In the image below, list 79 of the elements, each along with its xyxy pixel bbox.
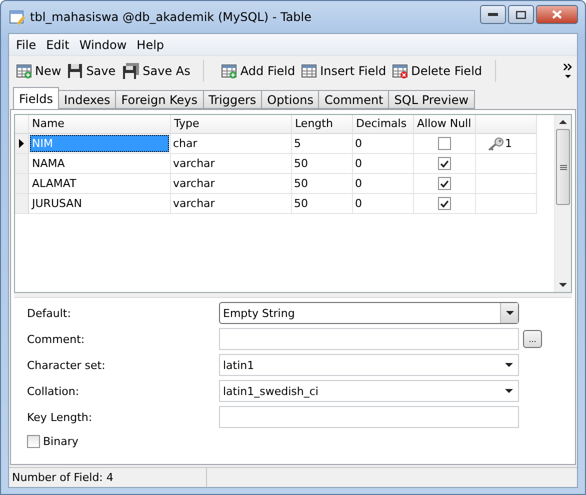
tab[interactable]: Options xyxy=(261,90,320,109)
tab[interactable]: Comment xyxy=(318,90,390,109)
checkbox[interactable] xyxy=(438,177,451,190)
new-table-icon xyxy=(16,62,32,78)
table-cell: varchar xyxy=(171,174,292,194)
dropdown-field[interactable]: latin1 xyxy=(219,354,519,376)
column-header[interactable]: Length xyxy=(292,115,353,134)
close-icon xyxy=(552,10,562,19)
toolbar-button[interactable]: Insert Field xyxy=(298,60,390,80)
table-cell: varchar xyxy=(171,154,292,174)
table-cell: 5 xyxy=(292,134,353,154)
minimize-icon xyxy=(488,12,498,16)
current-row-icon xyxy=(19,139,24,148)
close-button[interactable] xyxy=(536,5,578,24)
floppy-disks-icon xyxy=(122,62,140,78)
column-header[interactable]: Decimals xyxy=(353,115,414,134)
input-field[interactable] xyxy=(219,406,519,428)
field-label: Default: xyxy=(27,306,72,320)
status-text: Number of Field: 4 xyxy=(9,468,207,487)
table-cell: 50 xyxy=(292,154,353,174)
dropdown-arrow-icon xyxy=(505,363,513,367)
table-cell: 0 xyxy=(353,134,414,154)
table-icon xyxy=(301,62,318,78)
dropdown-field[interactable]: latin1_swedish_ci xyxy=(219,380,519,402)
table-cell: 50 xyxy=(292,174,353,194)
table-cell[interactable]: ALAMAT xyxy=(30,175,169,192)
checkbox[interactable] xyxy=(438,137,451,150)
tab[interactable]: Foreign Keys xyxy=(115,90,204,109)
table-edit-icon xyxy=(9,9,25,25)
tab[interactable]: Indexes xyxy=(58,90,116,109)
field-label: Key Length: xyxy=(27,410,94,424)
window-title: tbl_mahasiswa @db_akademik (MySQL) - Table xyxy=(30,10,313,24)
toolbar-button[interactable]: New xyxy=(13,60,64,80)
table-cell: varchar xyxy=(171,194,292,214)
table-cell[interactable]: NAMA xyxy=(30,155,169,172)
table-cell: 50 xyxy=(292,194,353,214)
add-field-icon xyxy=(221,62,238,78)
tab[interactable]: Triggers xyxy=(202,90,262,109)
minimize-button[interactable] xyxy=(480,5,506,24)
corner-header xyxy=(15,115,29,134)
dropdown-arrow-icon xyxy=(505,389,513,393)
scrollbar[interactable] xyxy=(554,115,571,292)
overflow-chevron-icon[interactable] xyxy=(563,62,573,78)
menu-item[interactable]: File xyxy=(11,38,42,52)
browse-button[interactable]: ... xyxy=(523,330,542,348)
checkbox-label: Binary xyxy=(43,435,78,448)
toolbar-button[interactable]: Save As xyxy=(118,60,194,80)
checkbox[interactable] xyxy=(27,435,40,448)
column-header[interactable]: Name xyxy=(29,115,171,134)
table-cell: char xyxy=(171,134,292,154)
row-header[interactable] xyxy=(15,134,29,154)
maximize-button[interactable] xyxy=(508,5,534,24)
input-field[interactable] xyxy=(219,328,519,350)
table-cell: 0 xyxy=(353,154,414,174)
tab[interactable]: SQL Preview xyxy=(388,90,475,109)
key-icon xyxy=(488,136,504,150)
menu-item[interactable]: Window xyxy=(74,38,132,52)
menu-item[interactable]: Edit xyxy=(41,38,74,52)
dropdown-arrow-icon xyxy=(506,311,514,315)
table-cell[interactable]: JURUSAN xyxy=(30,195,169,212)
tab[interactable]: Fields xyxy=(13,87,59,109)
toolbar-button[interactable]: Save xyxy=(64,60,119,80)
default-combo[interactable]: Empty String xyxy=(219,302,519,324)
menu-item[interactable]: Help xyxy=(132,38,170,52)
field-label: Collation: xyxy=(27,384,80,398)
table-cell: 0 xyxy=(353,174,414,194)
field-label: Comment: xyxy=(27,332,86,346)
checkbox[interactable] xyxy=(438,197,451,210)
toolbar-button[interactable]: Add Field xyxy=(218,60,298,80)
grip-icon xyxy=(560,164,566,170)
table-cell: 0 xyxy=(353,194,414,214)
delete-field-icon xyxy=(392,62,408,78)
toolbar-button[interactable]: Delete Field xyxy=(389,60,486,80)
field-label: Character set: xyxy=(27,358,106,372)
maximize-icon xyxy=(516,10,526,18)
column-header[interactable]: Allow Null xyxy=(414,115,476,134)
column-header[interactable]: Type xyxy=(171,115,292,134)
key-number: 1 xyxy=(505,137,512,150)
checkbox[interactable] xyxy=(438,157,451,170)
